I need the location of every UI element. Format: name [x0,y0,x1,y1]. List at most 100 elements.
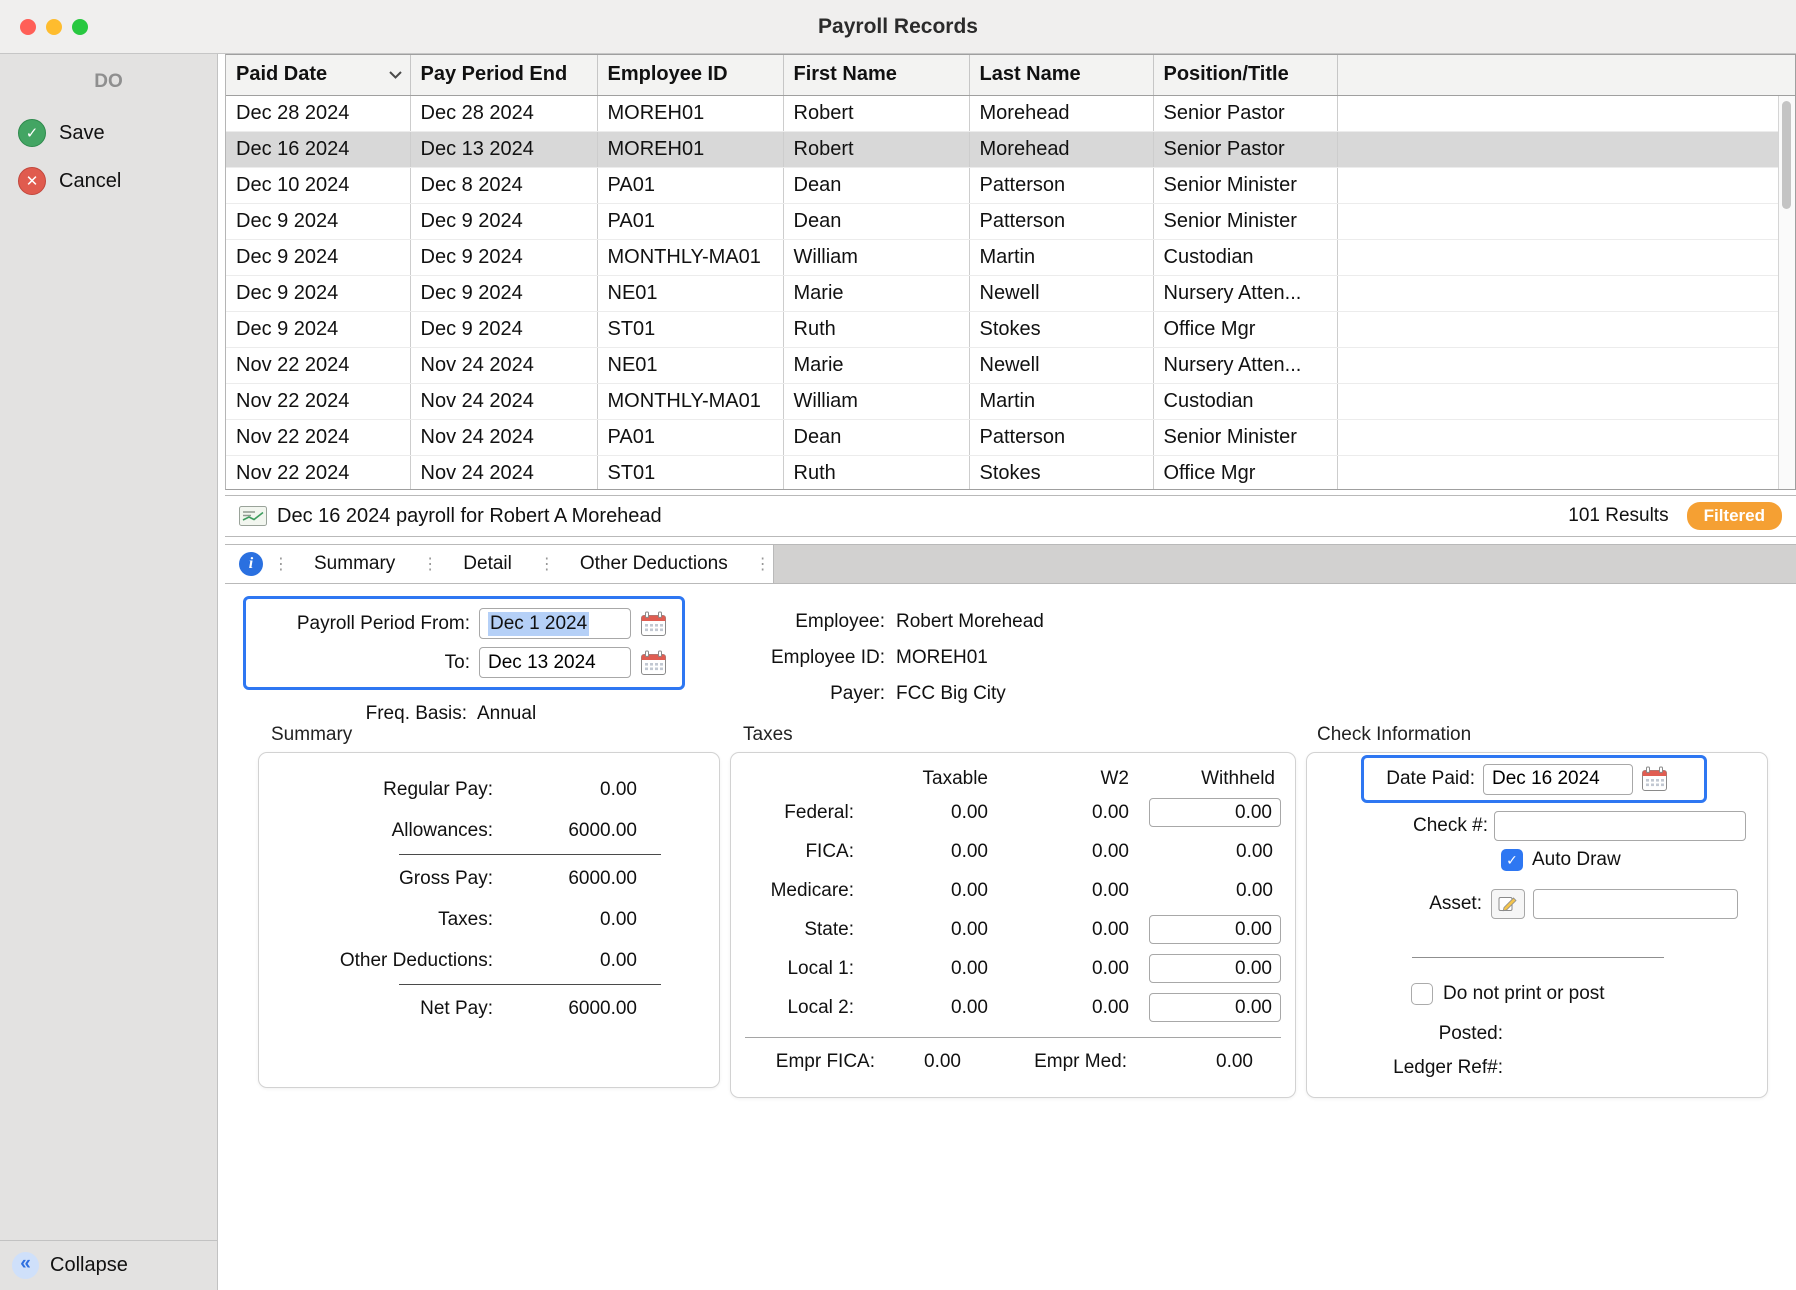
cell-position-title: Office Mgr [1153,311,1337,347]
cell-position-title: Office Mgr [1153,455,1337,490]
table-row[interactable]: Dec 9 2024 Dec 9 2024 PA01 Dean Patterso… [226,203,1795,239]
detail-panel: Payroll Period From: Dec 1 2024 [225,584,1796,1290]
tax-taxable-value: 0.00 [854,997,988,1019]
column-header-pay-period-end[interactable]: Pay Period End [410,55,597,95]
cell-position-title: Nursery Atten... [1153,347,1337,383]
check-number-input[interactable] [1494,811,1746,841]
cell-first-name: Dean [783,203,969,239]
tax-taxable-value: 0.00 [854,802,988,824]
asset-input[interactable] [1533,889,1738,919]
cancel-x-icon: ✕ [18,167,46,195]
zoom-window-button[interactable] [72,19,88,35]
cell-last-name: Stokes [969,311,1153,347]
summary-row: Allowances: 6000.00 [259,810,719,851]
empr-fica-label: Empr FICA: [745,1051,875,1073]
empr-med-label: Empr Med: [961,1051,1127,1073]
table-row[interactable]: Nov 22 2024 Nov 24 2024 PA01 Dean Patter… [226,419,1795,455]
withheld-input[interactable]: 0.00 [1149,915,1281,944]
taxes-section-title: Taxes [743,724,793,746]
tab[interactable]: Summary [287,545,422,583]
filtered-badge[interactable]: Filtered [1687,502,1782,530]
cell-pay-period-end: Dec 8 2024 [410,167,597,203]
table-row[interactable]: Nov 22 2024 Nov 24 2024 NE01 Marie Newel… [226,347,1795,383]
close-window-button[interactable] [20,19,36,35]
table-row[interactable]: Nov 22 2024 Nov 24 2024 ST01 Ruth Stokes… [226,455,1795,490]
table-row[interactable]: Dec 9 2024 Dec 9 2024 NE01 Marie Newell … [226,275,1795,311]
cell-employee-id: ST01 [597,455,783,490]
tab-separator-icon: ⋮ [755,554,769,574]
results-count: 101 Results [1568,505,1668,527]
auto-draw-checkbox[interactable]: ✓ [1501,849,1523,871]
tax-row: Local 2: 0.00 0.00 0.00 [731,988,1295,1027]
cell-position-title: Senior Minister [1153,419,1337,455]
calendar-icon[interactable] [640,650,667,676]
table-scrollbar[interactable] [1778,96,1795,489]
tab[interactable]: Other Deductions [553,545,755,583]
cell-last-name: Martin [969,239,1153,275]
w2-column-header: W2 [988,768,1129,790]
asset-label: Asset: [1307,893,1482,915]
save-check-icon: ✓ [18,119,46,147]
cell-paid-date: Dec 9 2024 [226,275,410,311]
withheld-input[interactable]: 0.00 [1149,993,1281,1022]
check-number-label: Check #: [1307,815,1488,837]
empr-fica-value: 0.00 [875,1051,961,1073]
minimize-window-button[interactable] [46,19,62,35]
cell-pay-period-end: Dec 9 2024 [410,239,597,275]
do-not-print-checkbox[interactable]: ✓ [1411,983,1433,1005]
payroll-period-to-input[interactable] [479,647,631,678]
tax-taxable-value: 0.00 [854,919,988,941]
tax-row-label: Federal: [731,802,854,824]
save-button[interactable]: ✓ Save [0,109,217,157]
cell-last-name: Martin [969,383,1153,419]
record-status-bar: Dec 16 2024 payroll for Robert A Morehea… [225,495,1796,537]
table-row[interactable]: Dec 16 2024 Dec 13 2024 MOREH01 Robert M… [226,131,1795,167]
cell-employee-id: MOREH01 [597,95,783,131]
column-header-employee-id[interactable]: Employee ID [597,55,783,95]
table-row[interactable]: Dec 9 2024 Dec 9 2024 MONTHLY-MA01 Willi… [226,239,1795,275]
collapse-button[interactable]: « Collapse [0,1240,217,1290]
cell-position-title: Senior Minister [1153,203,1337,239]
cell-employee-id: PA01 [597,167,783,203]
summary-row: Other Deductions: 0.00 [259,940,719,981]
calendar-icon[interactable] [1641,766,1668,792]
cancel-button[interactable]: ✕ Cancel [0,157,217,205]
tax-taxable-value: 0.00 [854,958,988,980]
cell-paid-date: Dec 10 2024 [226,167,410,203]
table-row[interactable]: Dec 28 2024 Dec 28 2024 MOREH01 Robert M… [226,95,1795,131]
summary-row-label: Other Deductions: [259,950,493,972]
cell-first-name: William [783,239,969,275]
withheld-input[interactable]: 0.00 [1149,798,1281,827]
info-button[interactable]: i [229,552,273,576]
tax-withheld-value: 0.00 [1236,841,1281,863]
cell-first-name: Dean [783,419,969,455]
table-scrollbar-thumb[interactable] [1782,101,1791,209]
asset-ledger-button[interactable] [1491,889,1525,919]
column-header-position-title[interactable]: Position/Title [1153,55,1337,95]
column-header-last-name[interactable]: Last Name [969,55,1153,95]
cell-first-name: Marie [783,275,969,311]
calendar-icon[interactable] [640,611,667,637]
table-row[interactable]: Nov 22 2024 Nov 24 2024 MONTHLY-MA01 Wil… [226,383,1795,419]
table-row[interactable]: Dec 9 2024 Dec 9 2024 ST01 Ruth Stokes O… [226,311,1795,347]
date-paid-input[interactable] [1483,764,1633,795]
main-area: Paid Date Pay Period End Employee ID Fir… [218,54,1796,1290]
cell-employee-id: PA01 [597,419,783,455]
table-row[interactable]: Dec 10 2024 Dec 8 2024 PA01 Dean Patters… [226,167,1795,203]
tax-row: Medicare: 0.00 0.00 0.00 [731,871,1295,910]
column-header-paid-date[interactable]: Paid Date [226,55,410,95]
sidebar-spacer [0,205,217,1240]
check-card-divider [1412,957,1664,958]
withheld-input[interactable]: 0.00 [1149,954,1281,983]
tab-separator-icon: ⋮ [273,554,287,574]
tab[interactable]: Detail [436,545,539,583]
payroll-period-from-input[interactable]: Dec 1 2024 [479,608,631,639]
taxes-header-row: Taxable W2 Withheld [731,765,1295,793]
freq-basis-label: Freq. Basis: [243,703,467,725]
column-header-filler [1337,55,1795,95]
column-header-first-name[interactable]: First Name [783,55,969,95]
cell-paid-date: Nov 22 2024 [226,383,410,419]
tax-row: Local 1: 0.00 0.00 0.00 [731,949,1295,988]
cell-pay-period-end: Nov 24 2024 [410,347,597,383]
employee-id-value: MOREH01 [896,647,988,669]
